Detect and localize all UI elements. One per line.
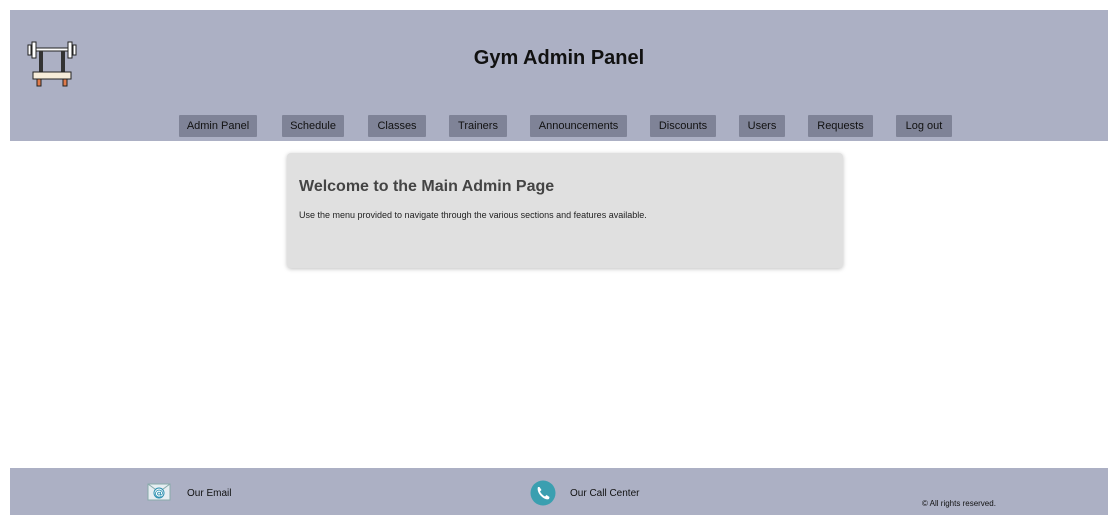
nav-schedule[interactable]: Schedule — [282, 115, 344, 137]
header-bar: Gym Admin Panel Admin Panel Schedule Cla… — [10, 10, 1108, 141]
welcome-description: Use the menu provided to navigate throug… — [299, 210, 647, 220]
phone-icon — [530, 480, 556, 506]
main-nav: Admin Panel Schedule Classes Trainers An… — [10, 115, 1108, 137]
nav-announcements[interactable]: Announcements — [530, 115, 627, 137]
nav-classes[interactable]: Classes — [368, 115, 426, 137]
email-icon: @ — [147, 483, 171, 501]
nav-requests[interactable]: Requests — [808, 115, 873, 137]
welcome-heading: Welcome to the Main Admin Page — [299, 178, 555, 195]
footer-bar: @ Our Email Our Call Center © All rights… — [10, 468, 1108, 515]
footer-call-label[interactable]: Our Call Center — [570, 488, 639, 499]
footer-copyright: © All rights reserved. — [922, 499, 996, 508]
nav-discounts[interactable]: Discounts — [650, 115, 716, 137]
nav-log-out[interactable]: Log out — [896, 115, 952, 137]
nav-admin-panel[interactable]: Admin Panel — [179, 115, 257, 137]
svg-text:@: @ — [155, 489, 164, 499]
welcome-card: Welcome to the Main Admin Page Use the m… — [287, 153, 843, 268]
site-title: Gym Admin Panel — [473, 47, 645, 69]
footer-email-label[interactable]: Our Email — [187, 488, 231, 499]
nav-trainers[interactable]: Trainers — [449, 115, 507, 137]
nav-users[interactable]: Users — [739, 115, 785, 137]
